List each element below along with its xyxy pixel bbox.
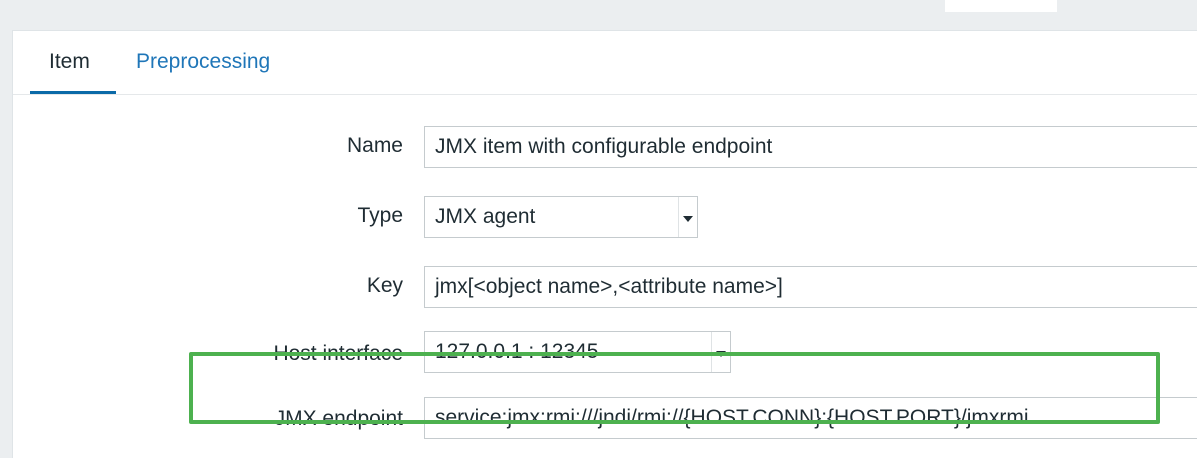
name-label: Name [346, 134, 403, 157]
tab-preprocessing[interactable]: Preprocessing [136, 31, 270, 94]
key-label: Key [366, 274, 403, 297]
type-select-value: JMX agent [435, 205, 536, 228]
type-select[interactable]: JMX agent [424, 196, 698, 238]
key-field[interactable]: jmx[<object name>,<attribute name>] [424, 266, 1197, 308]
top-strip [945, 0, 1057, 12]
jmx-endpoint-highlight-box [189, 352, 1160, 424]
name-field[interactable]: JMX item with configurable endpoint [424, 126, 1197, 168]
chevron-down-icon[interactable] [678, 197, 697, 237]
tab-bar: Item Preprocessing [13, 31, 1197, 95]
tab-item[interactable]: Item [30, 31, 116, 94]
type-label: Type [357, 204, 403, 227]
select-shadow [697, 200, 698, 238]
